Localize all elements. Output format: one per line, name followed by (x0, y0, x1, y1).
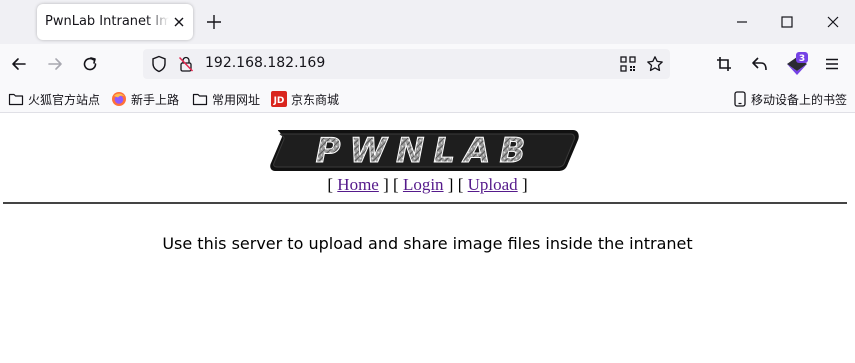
site-nav: [ Home ] [ Login ] [ Upload ] (0, 175, 855, 195)
tab-strip: PwnLab Intranet Image Hosting (0, 0, 855, 44)
mobile-bookmarks[interactable]: 移动设备上的书签 (733, 90, 847, 108)
nav-bracket: ] (383, 175, 389, 194)
nav-bracket: ] (521, 175, 528, 194)
close-window-icon[interactable] (823, 12, 843, 32)
active-tab[interactable]: PwnLab Intranet Image Hosting (37, 4, 193, 40)
qr-code-icon[interactable] (618, 54, 638, 74)
close-tab-icon[interactable] (170, 13, 188, 31)
welcome-message: Use this server to upload and share imag… (162, 234, 693, 253)
logo-text: PWNLAB (316, 131, 535, 171)
nav-bracket: [ (327, 175, 334, 194)
undo-arrow-icon[interactable] (750, 54, 770, 74)
nav-bracket: [ (457, 175, 464, 194)
bookmark-star-icon[interactable] (645, 54, 665, 74)
forward-arrow-icon[interactable] (45, 54, 65, 74)
minimize-icon[interactable] (732, 12, 752, 32)
mobile-device-icon (734, 91, 746, 107)
bookmarks-toolbar: 火狐官方站点 新手上路 常用网址 JD 京东商城 移动设备上的书签 (0, 84, 855, 113)
bookmark-item[interactable]: 火狐官方站点 (8, 90, 100, 108)
nav-upload-link[interactable]: Upload (468, 175, 518, 194)
bookmark-label: 常用网址 (212, 92, 261, 107)
nav-bracket: ] (447, 175, 454, 194)
page-content: PWNLAB [ Home ] [ Login ] [ Upload ] Use… (0, 113, 855, 363)
maximize-icon[interactable] (777, 12, 797, 32)
shield-icon[interactable] (149, 54, 169, 74)
horizontal-divider (3, 202, 847, 204)
bookmark-label: 京东商城 (291, 92, 340, 107)
tab-title: PwnLab Intranet Image Hosting (45, 14, 169, 29)
bookmark-item[interactable]: 常用网址 (192, 90, 260, 108)
badge-count: 3 (799, 54, 805, 64)
folder-icon (8, 93, 24, 106)
new-tab-plus-icon[interactable] (204, 12, 224, 32)
nav-login-link[interactable]: Login (403, 175, 444, 194)
bookmark-label: 火狐官方站点 (28, 92, 101, 107)
reload-icon[interactable] (80, 54, 100, 74)
insecure-lock-icon[interactable] (176, 54, 196, 74)
back-arrow-icon[interactable] (9, 54, 29, 74)
folder-icon (192, 93, 208, 106)
bookmark-label: 新手上路 (131, 92, 180, 107)
firefox-icon (112, 92, 126, 106)
nav-bracket: [ (393, 175, 399, 194)
url-text[interactable]: 192.168.182.169 (205, 55, 325, 71)
jd-icon: JD (271, 91, 287, 107)
bookmark-item[interactable]: 新手上路 (111, 90, 179, 108)
navigation-toolbar: 192.168.182.169 3 (0, 44, 855, 84)
bookmark-item[interactable]: JD 京东商城 (271, 90, 339, 108)
mobile-bookmarks-label: 移动设备上的书签 (751, 92, 848, 107)
pwnlab-logo: PWNLAB (270, 130, 579, 172)
nav-home-link[interactable]: Home (337, 175, 379, 194)
extension-badge-icon[interactable]: 3 (785, 52, 809, 76)
svg-text:JD: JD (273, 96, 285, 106)
screenshot-crop-icon[interactable] (714, 54, 734, 74)
hamburger-menu-icon[interactable] (822, 54, 842, 74)
address-bar[interactable]: 192.168.182.169 (143, 49, 670, 79)
